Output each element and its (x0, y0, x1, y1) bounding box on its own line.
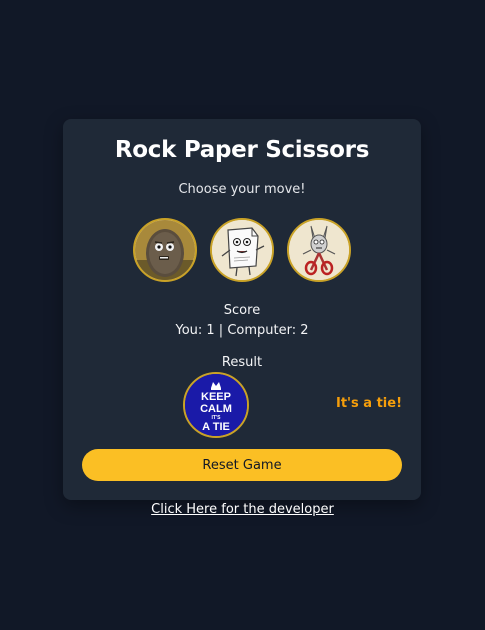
rock-button[interactable] (133, 218, 197, 282)
subtitle: Choose your move! (178, 182, 306, 197)
developer-link[interactable]: Click Here for the developer (0, 502, 485, 517)
reset-game-button[interactable]: Reset Game (82, 449, 402, 481)
result-image: KEEP CALM IT'S A TIE (183, 372, 249, 438)
paper-icon (212, 220, 272, 280)
score-label: Score (223, 303, 261, 318)
page-title: Rock Paper Scissors (114, 137, 370, 163)
score-value: You: 1 | Computer: 2 (175, 323, 309, 338)
scissors-icon (289, 220, 349, 280)
result-message: It's a tie! (335, 396, 402, 411)
move-options (133, 218, 353, 282)
scissors-button[interactable] (287, 218, 351, 282)
paper-button[interactable] (210, 218, 274, 282)
keep-text: KEEP (201, 391, 231, 403)
rock-icon (135, 220, 195, 280)
a-tie-text: A TIE (202, 421, 230, 433)
keep-calm-tie-image: KEEP CALM IT'S A TIE (185, 374, 247, 436)
calm-text: CALM (200, 403, 232, 415)
game-card: Rock Paper Scissors Choose your move! Sc… (63, 119, 421, 500)
result-label: Result (221, 355, 263, 370)
